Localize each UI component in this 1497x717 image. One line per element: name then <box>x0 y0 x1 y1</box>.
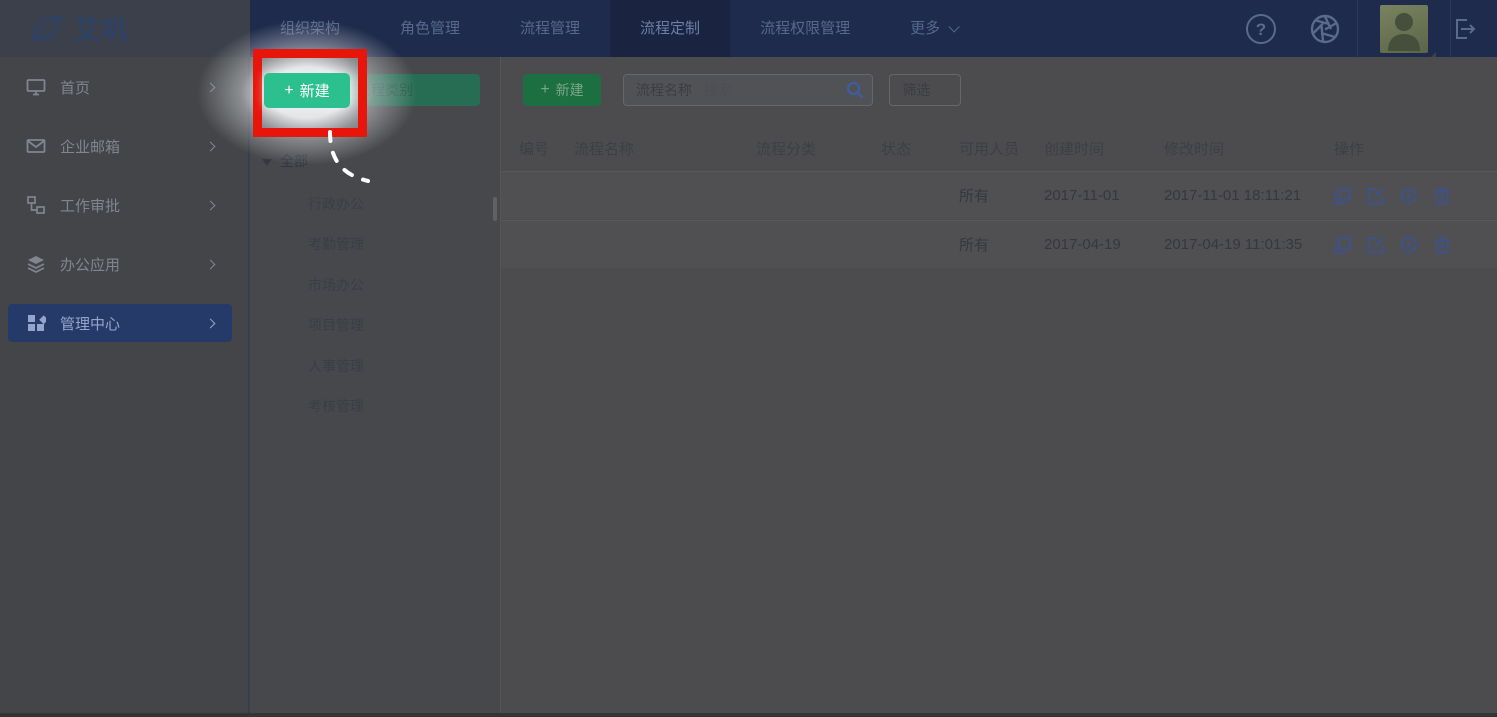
edit-icon[interactable] <box>1367 236 1385 254</box>
monitor-icon <box>26 77 46 97</box>
record-icon[interactable] <box>1400 187 1418 205</box>
nav-item-roles[interactable]: 角色管理 <box>370 0 490 57</box>
chevron-right-icon <box>206 259 216 269</box>
col-status: 状态 <box>881 138 959 159</box>
tree-root-label: 全部 <box>280 151 308 171</box>
svg-text:?: ? <box>1256 20 1266 39</box>
plus-icon: + <box>284 83 293 99</box>
table-header: 编号 流程名称 流程分类 状态 可用人员 创建时间 修改时间 操作 <box>501 125 1497 171</box>
chevron-right-icon <box>206 82 216 92</box>
nav-item-process-design[interactable]: 流程定制 <box>610 0 730 57</box>
tree-item-market-office[interactable]: 市场办公 <box>308 275 364 295</box>
tree-item-hr-mgmt[interactable]: 人事管理 <box>308 356 364 376</box>
mail-icon <box>26 136 46 156</box>
app-window: OA 艾叽 组织架构 角色管理 流程管理 流程定制 流程权限管理 更多 ? <box>0 0 1497 717</box>
search-field-selector[interactable]: 流程名称 <box>624 80 704 100</box>
highlighted-new-button[interactable]: + 新建 <box>264 73 350 108</box>
col-created: 创建时间 <box>1044 138 1164 159</box>
col-modified: 修改时间 <box>1164 138 1334 159</box>
table-row: 所有 2017-11-01 2017-11-01 18:11:21 <box>501 171 1497 219</box>
window-bottom-edge <box>0 713 1497 717</box>
cell-modified: 2017-04-19 11:01:35 <box>1164 236 1334 253</box>
new-process-button-label: 新建 <box>556 80 584 100</box>
cell-available-users: 所有 <box>959 234 1044 255</box>
sidebar-item-admin-center[interactable]: 管理中心 <box>8 304 232 342</box>
chevron-down-icon <box>940 82 951 93</box>
filter-button[interactable]: 筛选 <box>889 74 961 106</box>
brand-logo: OA 艾叽 <box>0 0 250 57</box>
list-toolbar: + 新建 流程名称 筛选 <box>501 57 1497 121</box>
svg-text:OA: OA <box>40 33 55 44</box>
cell-created: 2017-04-19 <box>1044 236 1164 253</box>
cell-available-users: 所有 <box>959 185 1044 206</box>
scrollbar-thumb[interactable] <box>493 197 497 221</box>
sidebar-item-label: 企业邮箱 <box>60 136 207 157</box>
copy-icon[interactable] <box>1334 187 1352 205</box>
expand-caret-icon[interactable] <box>262 159 272 166</box>
table-row: 所有 2017-04-19 2017-04-19 11:01:35 <box>501 220 1497 268</box>
sidebar-item-office-apps[interactable]: 办公应用 <box>8 245 232 283</box>
logout-icon <box>1451 16 1477 42</box>
sidebar-item-mail[interactable]: 企业邮箱 <box>8 127 232 165</box>
topbar-actions: ? <box>1229 0 1497 57</box>
filter-label: 筛选 <box>903 80 931 100</box>
col-number: 编号 <box>519 138 574 159</box>
layers-icon <box>26 254 46 274</box>
nav-item-process-mgmt[interactable]: 流程管理 <box>490 0 610 57</box>
highlighted-new-button-label: 新建 <box>300 80 330 101</box>
nav-more-label: 更多 <box>910 20 940 37</box>
user-avatar[interactable] <box>1380 5 1428 53</box>
chevron-down-icon <box>949 21 960 32</box>
sidebar-item-label: 首页 <box>60 77 207 98</box>
cell-created: 2017-11-01 <box>1044 187 1164 204</box>
chevron-right-icon <box>206 318 216 328</box>
workflow-icon <box>26 195 46 215</box>
brand-name: 艾叽 <box>74 10 130 47</box>
plus-icon: + <box>540 82 549 98</box>
leaf-icon: OA <box>30 14 64 44</box>
tree-item-assessment-mgmt[interactable]: 考核管理 <box>308 396 364 416</box>
sidebar-item-label: 办公应用 <box>60 254 207 275</box>
aperture-icon[interactable] <box>1309 13 1341 45</box>
sidebar-item-home[interactable]: 首页 <box>8 68 232 106</box>
top-navigation-bar: OA 艾叽 组织架构 角色管理 流程管理 流程定制 流程权限管理 更多 ? <box>0 0 1497 57</box>
nav-item-more[interactable]: 更多 <box>880 0 986 57</box>
search-input[interactable] <box>704 82 838 98</box>
col-category: 流程分类 <box>756 138 881 159</box>
help-icon[interactable]: ? <box>1245 13 1277 45</box>
search-button[interactable] <box>838 75 872 105</box>
logout-button[interactable] <box>1451 0 1497 57</box>
search-icon <box>846 81 864 99</box>
chevron-right-icon <box>206 141 216 151</box>
edit-icon[interactable] <box>1367 187 1385 205</box>
sidebar-item-label: 管理中心 <box>60 313 207 334</box>
col-process-name: 流程名称 <box>574 138 756 159</box>
tree-item-attendance[interactable]: 考勤管理 <box>308 234 364 254</box>
cell-modified: 2017-11-01 18:11:21 <box>1164 187 1334 204</box>
delete-icon[interactable] <box>1433 187 1451 205</box>
dashboard-grid-icon <box>26 313 46 333</box>
row-actions <box>1334 236 1497 254</box>
process-list-area: + 新建 流程名称 筛选 编号 流程名称 流程分类 <box>500 57 1497 717</box>
tree-item-admin-office[interactable]: 行政办公 <box>308 194 364 214</box>
new-process-button[interactable]: + 新建 <box>523 74 601 106</box>
search-group: 流程名称 <box>623 74 873 106</box>
copy-icon[interactable] <box>1334 236 1352 254</box>
chevron-right-icon <box>206 200 216 210</box>
delete-icon[interactable] <box>1433 236 1451 254</box>
sidebar-item-approvals[interactable]: 工作审批 <box>8 186 232 224</box>
sidebar: 首页 企业邮箱 工作审批 办公应用 <box>0 57 250 717</box>
tree-root-all[interactable]: 全部 <box>262 151 308 171</box>
col-actions: 操作 <box>1334 138 1497 159</box>
sidebar-item-label: 工作审批 <box>60 195 207 216</box>
tree-item-project-mgmt[interactable]: 项目管理 <box>308 315 364 335</box>
record-icon[interactable] <box>1400 236 1418 254</box>
topbar-divider <box>1357 0 1358 57</box>
col-available-users: 可用人员 <box>959 138 1044 159</box>
avatar-silhouette <box>1380 5 1428 53</box>
nav-item-process-permissions[interactable]: 流程权限管理 <box>730 0 880 57</box>
row-actions <box>1334 187 1497 205</box>
process-category-panel: 新建流程类别 全部 行政办公 考勤管理 市场办公 项目管理 人事管理 考核管理 <box>250 57 500 717</box>
